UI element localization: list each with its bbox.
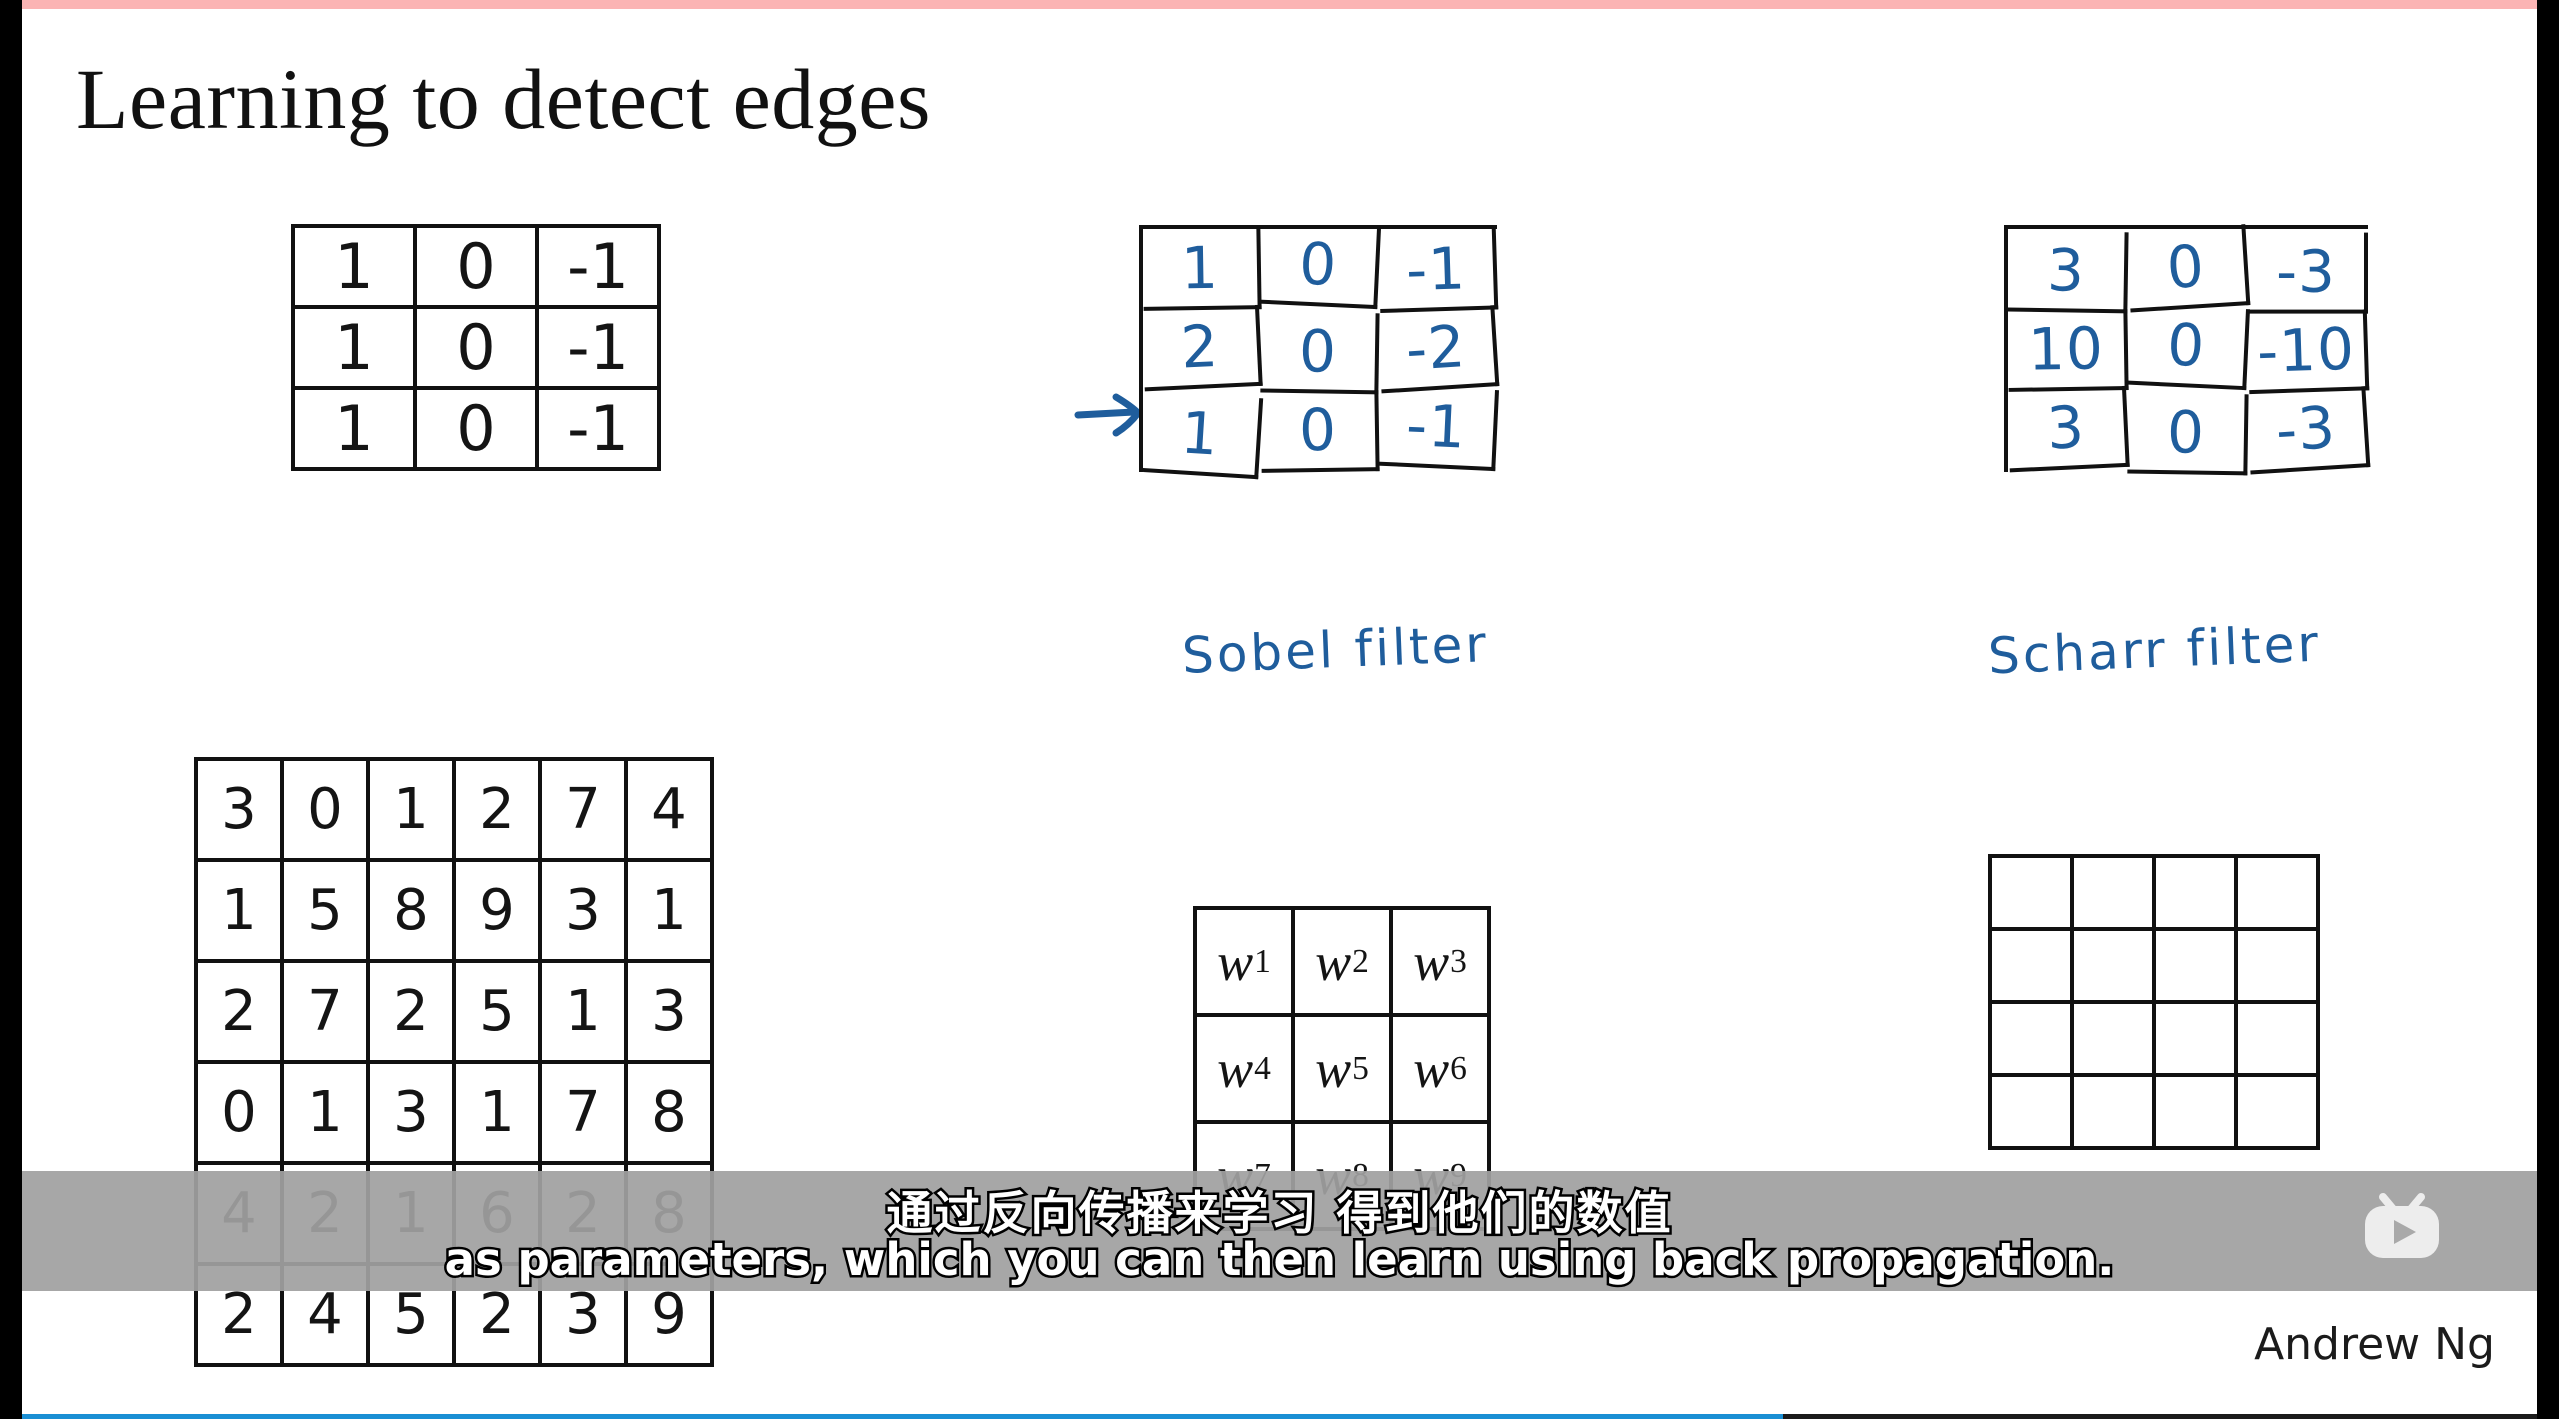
- output-cell: [1992, 931, 2074, 1004]
- sobel-cell: -1: [1377, 384, 1500, 472]
- output-cell: [2238, 1004, 2320, 1077]
- input-cell: 0: [198, 1064, 284, 1165]
- input-cell: 8: [628, 1064, 714, 1165]
- scharr-cell: -3: [2248, 232, 2368, 314]
- output-feature-map-matrix: [1988, 854, 2320, 1150]
- weight-cell: w2: [1295, 910, 1393, 1017]
- output-cell: [2074, 1004, 2156, 1077]
- input-cell: 4: [628, 761, 714, 862]
- slide-canvas: Learning to detect edges 1 0 -1 1 0 -1 1 0 -1 10…: [22, 9, 2537, 1414]
- filter-cell: 0: [417, 390, 539, 471]
- subtitle-english: as parameters, which you can then learn …: [442, 1231, 2117, 1289]
- sobel-cell: 0: [1259, 222, 1382, 310]
- sobel-filter-label: Sobel filter: [1180, 615, 1490, 685]
- input-cell: 1: [198, 862, 284, 963]
- scharr-cell: 0: [2125, 224, 2251, 313]
- weight-cell: w4: [1197, 1017, 1295, 1124]
- sobel-cell: 1: [1140, 390, 1264, 480]
- output-cell: [2156, 1004, 2238, 1077]
- sobel-cell: -1: [1377, 228, 1499, 314]
- output-cell: [2156, 858, 2238, 931]
- scharr-filter-label: Scharr filter: [1987, 614, 2322, 686]
- input-cell: 3: [542, 862, 628, 963]
- sobel-cell: 0: [1260, 311, 1380, 395]
- input-cell: 1: [284, 1064, 370, 1165]
- output-cell: [2238, 1077, 2320, 1150]
- input-cell: 8: [370, 862, 456, 963]
- input-cell: 1: [456, 1064, 542, 1165]
- output-cell: [1992, 858, 2074, 931]
- scharr-cell: -10: [2246, 309, 2370, 395]
- letterbox-right: [2537, 0, 2559, 1419]
- weight-cell: w5: [1295, 1017, 1393, 1124]
- top-progress-fill: [0, 0, 2559, 9]
- scharr-cell: 0: [2126, 303, 2251, 391]
- filter-cell: -1: [539, 309, 661, 390]
- output-cell: [2074, 931, 2156, 1004]
- output-cell: [2238, 858, 2320, 931]
- input-cell: 3: [198, 761, 284, 862]
- bilibili-tv-play-icon: [2365, 1193, 2439, 1258]
- input-cell: 3: [628, 963, 714, 1064]
- output-cell: [2156, 931, 2238, 1004]
- output-cell: [2156, 1077, 2238, 1150]
- input-cell: 7: [542, 761, 628, 862]
- scharr-cell: 0: [2127, 392, 2249, 476]
- author-attribution: Andrew Ng: [2254, 1319, 2495, 1370]
- input-cell: 2: [456, 761, 542, 862]
- letterbox-left: [0, 0, 22, 1419]
- sobel-cell: 2: [1141, 304, 1263, 392]
- subtitle-overlay: 通过反向传播来学习 得到他们的数值 as parameters, which y…: [22, 1171, 2537, 1291]
- input-cell: 9: [456, 862, 542, 963]
- video-player-stage: Learning to detect edges 1 0 -1 1 0 -1 1 0 -1 10…: [0, 0, 2559, 1419]
- output-cell: [2074, 1077, 2156, 1150]
- weight-cell: w6: [1393, 1017, 1491, 1124]
- scharr-cell: 3: [2006, 385, 2130, 473]
- output-cell: [1992, 1077, 2074, 1150]
- scharr-filter-matrix: 3 0 -3 10 0 -10 3 0 -3: [2004, 224, 2371, 476]
- filter-cell: 1: [295, 390, 417, 471]
- input-cell: 1: [370, 761, 456, 862]
- filter-cell: -1: [539, 228, 661, 309]
- scharr-cell: 10: [2007, 309, 2129, 392]
- input-cell: 3: [370, 1064, 456, 1165]
- filter-cell: 0: [417, 309, 539, 390]
- output-cell: [1992, 1004, 2074, 1077]
- input-cell: 2: [370, 963, 456, 1064]
- top-progress-bar[interactable]: [0, 0, 2559, 9]
- filter-cell: -1: [539, 390, 661, 471]
- sobel-filter-matrix: 1 0 -1 2 0 -2 1 0 -1: [1139, 222, 1500, 480]
- page-title: Learning to detect edges: [76, 51, 931, 147]
- input-cell: 0: [284, 761, 370, 862]
- input-cell: 2: [198, 963, 284, 1064]
- filter-cell: 0: [417, 228, 539, 309]
- scharr-cell: 3: [2007, 230, 2129, 314]
- input-cell: 7: [284, 963, 370, 1064]
- input-cell: 7: [542, 1064, 628, 1165]
- bottom-progress-fill: [22, 1414, 1783, 1419]
- output-cell: [2074, 858, 2156, 931]
- weight-cell: w3: [1393, 910, 1491, 1017]
- input-cell: 5: [284, 862, 370, 963]
- input-cell: 1: [628, 862, 714, 963]
- vertical-edge-filter-matrix: 1 0 -1 1 0 -1 1 0 -1: [291, 224, 661, 471]
- sobel-cell: 1: [1142, 228, 1262, 311]
- sobel-cell: 0: [1260, 390, 1380, 473]
- input-cell: 5: [456, 963, 542, 1064]
- scharr-cell: -3: [2245, 386, 2371, 475]
- sobel-cell: -2: [1376, 305, 1500, 394]
- output-cell: [2238, 931, 2320, 1004]
- filter-cell: 1: [295, 309, 417, 390]
- weight-cell: w1: [1197, 910, 1295, 1017]
- filter-cell: 1: [295, 228, 417, 309]
- input-cell: 1: [542, 963, 628, 1064]
